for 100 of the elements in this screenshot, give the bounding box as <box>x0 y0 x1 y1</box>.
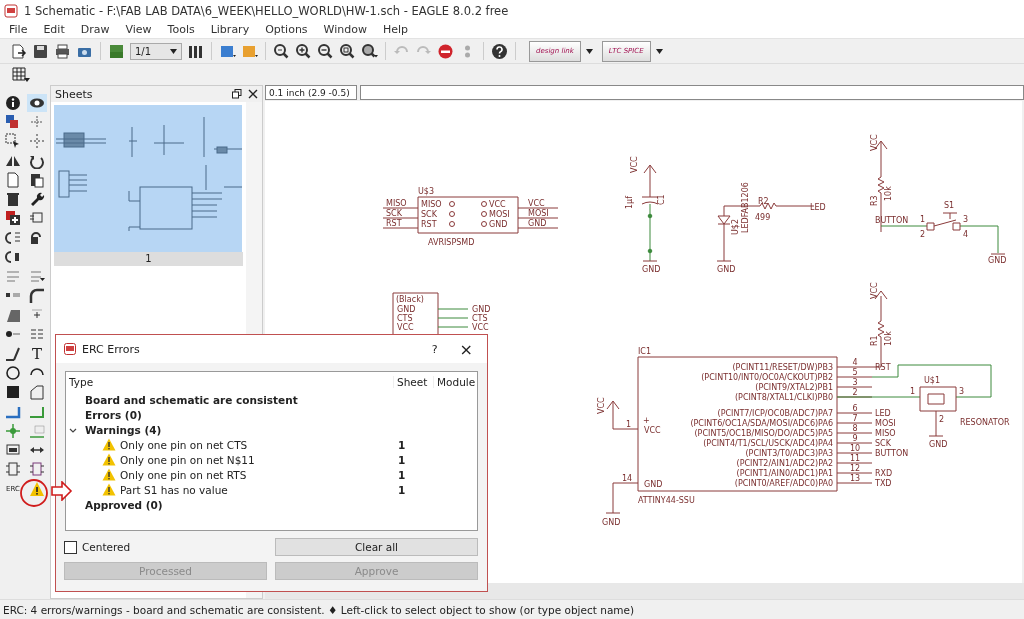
schematic-label: GND <box>717 265 736 274</box>
schematic-label: S1 <box>944 201 955 210</box>
schematic-label: MOSI <box>875 419 896 428</box>
schematic-label: MOSI <box>528 209 549 218</box>
window-title: 1 Schematic - F:\FAB LAB DATA\6_WEEK\HELLO_WORLD\HW-1.sch - EAGLE 8.0.2 free <box>24 4 509 18</box>
schematic-label: BUTTON <box>875 449 909 458</box>
schematic-label: GND <box>528 219 547 228</box>
schematic-label: LEDFAB1206 <box>741 182 750 233</box>
schematic-label: MISO <box>386 199 407 208</box>
schematic-label: 4 <box>963 230 969 239</box>
schematic-label: RST <box>386 219 402 228</box>
schematic-label: GND <box>644 480 663 489</box>
schematic-label: 2 <box>920 230 926 239</box>
schematic-label: 7 <box>852 414 858 423</box>
schematic-label: 1 <box>910 387 916 396</box>
schematic-label: 4 <box>852 358 858 367</box>
schematic-label: (PCINT7/ICP/OC0B/ADC7)PA7 <box>717 409 833 418</box>
schematic-label: SCK <box>421 210 437 219</box>
status-text: ERC: 4 errors/warnings - board and schematic are consistent. ♦ Left-click to select object to show (or type object name) <box>3 604 635 616</box>
schematic-label: 13 <box>849 474 861 483</box>
schematic-label: GND <box>472 305 491 314</box>
schematic-label: VCC <box>397 323 414 332</box>
schematic-label: VCC <box>528 199 545 208</box>
schematic-label: VCC <box>472 323 489 332</box>
schematic-label: MISO <box>421 200 442 209</box>
schematic-label: (PCINT2/AIN1/ADC2)PA2 <box>736 459 833 468</box>
schematic-label: 3 <box>959 387 965 396</box>
schematic-label: (PCINT11/RESET/DW)PB3 <box>732 363 833 372</box>
schematic-label: LED <box>875 409 891 418</box>
panel-title: Sheets <box>55 87 93 101</box>
schematic-label: ATTINY44-SSU <box>638 496 695 505</box>
schematic-label: 1 <box>920 215 926 224</box>
schematic-label: R1 <box>870 335 879 346</box>
schematic-label: (PCINT5/OC1B/MISO/DO/ADC5)PA5 <box>694 429 833 438</box>
sheet-number: 1 <box>397 483 407 496</box>
schematic-label: 14 <box>622 474 633 483</box>
schematic-label: 9 <box>852 434 858 443</box>
schematic-label: GND <box>988 256 1007 265</box>
schematic-label: 10 <box>849 444 861 453</box>
schematic-label: VCC <box>630 156 639 173</box>
schematic-label: RST <box>421 220 437 229</box>
schematic-label: GND <box>489 220 508 229</box>
schematic-label: (PCINT0/AREF/ADC0)PA0 <box>734 479 833 488</box>
schematic-label: 10k <box>884 331 893 346</box>
schematic-label: C1 <box>657 194 666 205</box>
schematic-label: (PCINT1/AIN0/ADC1)PA1 <box>736 469 833 478</box>
schematic-label: GND <box>929 440 948 449</box>
schematic-label: VCC <box>644 426 661 435</box>
schematic-label: SCK <box>875 439 891 448</box>
schematic-label: GND <box>397 305 416 314</box>
checkbox-label: Centered <box>82 541 131 553</box>
schematic-label: 2 <box>852 388 858 397</box>
schematic-label: + <box>643 416 650 425</box>
schematic-label: (PCINT4/T1/SCL/USCK/ADC4)PA4 <box>703 439 833 448</box>
coordinate-display: 0.1 inch (2.9 -0.5) <box>265 85 357 100</box>
schematic-label: (PCINT3/T0/ADC3)PA3 <box>745 449 833 458</box>
schematic-label: RST <box>875 363 891 372</box>
sheet-number: 1 <box>397 438 407 451</box>
schematic-label: 6 <box>852 404 858 413</box>
schematic-label: (PCINT10/INT0/OC0A/CKOUT)PB2 <box>701 373 833 382</box>
schematic-label: IC1 <box>638 347 652 356</box>
schematic-label: GND <box>642 265 661 274</box>
schematic-label: 8 <box>852 424 858 433</box>
schematic-label: 499 <box>755 213 771 222</box>
schematic-label: VCC <box>489 200 506 209</box>
schematic-label: 3 <box>963 215 969 224</box>
schematic-label: 11 <box>849 454 861 463</box>
schematic-label: (PCINT6/OC1A/SDA/MOSI/ADC6)PA6 <box>690 419 833 428</box>
schematic-label: 1µf <box>625 196 634 209</box>
schematic-label: MISO <box>875 429 896 438</box>
dialog-title: ERC Errors <box>82 342 140 356</box>
schematic-label: CTS <box>397 314 413 323</box>
schematic-label: U$3 <box>418 187 435 196</box>
schematic-label: AVRISPSMD <box>428 238 475 247</box>
schematic-label: (Black) <box>396 295 424 304</box>
schematic-label: MOSI <box>489 210 510 219</box>
schematic-label: RXD <box>875 469 893 478</box>
schematic-label: VCC <box>870 134 879 151</box>
schematic-label: (PCINT8/XTAL1/CLKI)PB0 <box>734 393 833 402</box>
schematic-label: VCC <box>597 397 606 414</box>
schematic-label: U$2 <box>731 218 740 235</box>
schematic-label: RESONATOR <box>960 418 1010 427</box>
schematic-label: (PCINT9/XTAL2)PB1 <box>755 383 833 392</box>
schematic-label: 2 <box>939 415 945 424</box>
sheet-number: 1 <box>397 468 407 481</box>
sheet-number: 1 <box>397 453 407 466</box>
schematic-label: LED <box>810 203 826 212</box>
schematic-label: 12 <box>849 464 861 473</box>
schematic-label: 1 <box>626 420 632 429</box>
schematic-label: BUTTON <box>875 216 909 225</box>
sheet-label: 1 <box>54 252 243 266</box>
schematic-label: VCC <box>870 282 879 299</box>
schematic-label: TXD <box>875 479 892 488</box>
schematic-label: 5 <box>852 368 858 377</box>
schematic-label: U$1 <box>924 376 941 385</box>
schematic-label: R2 <box>758 197 769 206</box>
schematic-label: SCK <box>386 209 402 218</box>
schematic-label: CTS <box>472 314 488 323</box>
schematic-label: 3 <box>852 378 858 387</box>
schematic-label: GND <box>602 518 621 527</box>
